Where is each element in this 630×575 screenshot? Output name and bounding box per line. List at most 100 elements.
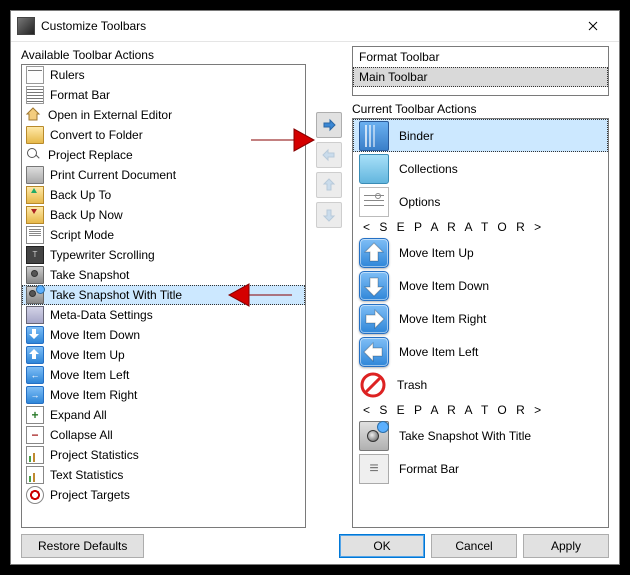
available-action-item[interactable]: Project Targets bbox=[22, 485, 305, 505]
action-label: Open in External Editor bbox=[48, 108, 172, 122]
ok-button[interactable]: OK bbox=[339, 534, 425, 558]
action-label: Move Item Right bbox=[399, 312, 486, 326]
action-label: Move Item Up bbox=[399, 246, 474, 260]
available-action-item[interactable]: Meta-Data Settings bbox=[22, 305, 305, 325]
close-icon bbox=[588, 21, 598, 31]
action-label: Move Item Down bbox=[399, 279, 489, 293]
available-action-item[interactable]: Print Current Document bbox=[22, 165, 305, 185]
cancel-button[interactable]: Cancel bbox=[431, 534, 517, 558]
action-label: Move Item Right bbox=[50, 388, 137, 402]
available-action-item[interactable]: Text Statistics bbox=[22, 465, 305, 485]
available-action-item[interactable]: ←Move Item Left bbox=[22, 365, 305, 385]
action-label: Move Item Up bbox=[50, 348, 125, 362]
action-label: Project Replace bbox=[48, 148, 133, 162]
action-icon bbox=[26, 166, 44, 184]
dialog-button-row: Restore Defaults OK Cancel Apply bbox=[21, 528, 609, 558]
available-action-item[interactable]: Back Up To bbox=[22, 185, 305, 205]
available-action-item[interactable]: Project Replace bbox=[22, 145, 305, 165]
action-icon bbox=[26, 486, 44, 504]
apply-button[interactable]: Apply bbox=[523, 534, 609, 558]
available-action-item[interactable]: Open in External Editor bbox=[22, 105, 305, 125]
action-icon: − bbox=[26, 426, 44, 444]
action-icon bbox=[26, 147, 42, 163]
available-action-item[interactable]: Convert to Folder bbox=[22, 125, 305, 145]
action-label: Script Mode bbox=[50, 228, 114, 242]
arrow-up-icon bbox=[320, 176, 338, 194]
action-icon bbox=[359, 337, 389, 367]
action-label: Collections bbox=[399, 162, 458, 176]
current-action-item[interactable]: ≡ Format Bar bbox=[353, 452, 608, 485]
action-label: Format Bar bbox=[399, 462, 459, 476]
action-icon bbox=[26, 346, 44, 364]
action-icon bbox=[26, 266, 44, 284]
current-action-item[interactable]: Binder bbox=[353, 119, 608, 152]
available-action-item[interactable]: + Expand All bbox=[22, 405, 305, 425]
toolbar-selector-list[interactable]: Format ToolbarMain Toolbar bbox=[352, 46, 609, 96]
available-action-item[interactable]: T Typewriter Scrolling bbox=[22, 245, 305, 265]
available-actions-list[interactable]: Rulers Format Bar Open in External Editor C… bbox=[21, 64, 306, 528]
action-icon bbox=[26, 66, 44, 84]
current-actions-list[interactable]: Binder Collections Options < S E P A R A T … bbox=[352, 118, 609, 528]
available-action-item[interactable]: Back Up Now bbox=[22, 205, 305, 225]
action-label: Rulers bbox=[50, 68, 85, 82]
current-action-item[interactable]: Move Item Up bbox=[353, 236, 608, 269]
action-label: Project Statistics bbox=[50, 448, 139, 462]
action-label: Format Bar bbox=[50, 88, 110, 102]
separator-item[interactable]: < S E P A R A T O R > bbox=[353, 218, 608, 236]
action-label: Expand All bbox=[50, 408, 107, 422]
action-icon bbox=[359, 371, 387, 399]
available-action-item[interactable]: −Collapse All bbox=[22, 425, 305, 445]
restore-defaults-button[interactable]: Restore Defaults bbox=[21, 534, 144, 558]
action-icon bbox=[26, 86, 44, 104]
action-icon: ≡ bbox=[359, 454, 389, 484]
available-action-item[interactable]: Move Item Down bbox=[22, 325, 305, 345]
current-action-item[interactable]: Take Snapshot With Title bbox=[353, 419, 608, 452]
transfer-buttons bbox=[314, 46, 344, 528]
action-label: Convert to Folder bbox=[50, 128, 143, 142]
available-action-item[interactable]: → Move Item Right bbox=[22, 385, 305, 405]
action-label: Meta-Data Settings bbox=[50, 308, 153, 322]
action-icon: + bbox=[26, 406, 44, 424]
action-icon: → bbox=[26, 386, 44, 404]
action-label: Move Item Down bbox=[50, 328, 140, 342]
action-icon bbox=[26, 326, 44, 344]
separator-item[interactable]: < S E P A R A T O R > bbox=[353, 401, 608, 419]
action-label: Take Snapshot With Title bbox=[50, 288, 182, 302]
available-action-item[interactable]: Take Snapshot With Title bbox=[22, 285, 305, 305]
titlebar: Customize Toolbars bbox=[11, 11, 619, 42]
move-up-button[interactable] bbox=[316, 172, 342, 198]
remove-action-button[interactable] bbox=[316, 142, 342, 168]
action-label: Take Snapshot With Title bbox=[399, 429, 531, 443]
action-label: Typewriter Scrolling bbox=[50, 248, 155, 262]
action-icon: T bbox=[26, 246, 44, 264]
action-icon bbox=[359, 121, 389, 151]
action-label: Move Item Left bbox=[50, 368, 129, 382]
action-icon bbox=[359, 421, 389, 451]
available-action-item[interactable]: Script Mode bbox=[22, 225, 305, 245]
current-action-item[interactable]: Move Item Right bbox=[353, 302, 608, 335]
action-icon bbox=[26, 286, 44, 304]
current-action-item[interactable]: Collections bbox=[353, 152, 608, 185]
close-button[interactable] bbox=[573, 11, 613, 41]
action-icon bbox=[26, 446, 44, 464]
current-action-item[interactable]: Options bbox=[353, 185, 608, 218]
action-label: Options bbox=[399, 195, 440, 209]
add-action-button[interactable] bbox=[316, 112, 342, 138]
current-action-item[interactable]: Trash bbox=[353, 368, 608, 401]
current-action-item[interactable]: Move Item Down bbox=[353, 269, 608, 302]
arrow-down-icon bbox=[320, 206, 338, 224]
toolbar-item[interactable]: Main Toolbar bbox=[353, 67, 608, 87]
available-action-item[interactable]: Format Bar bbox=[22, 85, 305, 105]
toolbar-item[interactable]: Format Toolbar bbox=[353, 47, 608, 67]
action-icon bbox=[359, 154, 389, 184]
move-down-button[interactable] bbox=[316, 202, 342, 228]
window-title: Customize Toolbars bbox=[41, 19, 573, 33]
available-action-item[interactable]: Move Item Up bbox=[22, 345, 305, 365]
action-icon bbox=[26, 107, 42, 123]
available-action-item[interactable]: Project Statistics bbox=[22, 445, 305, 465]
action-label: Collapse All bbox=[50, 428, 113, 442]
action-label: Project Targets bbox=[50, 488, 130, 502]
available-action-item[interactable]: Take Snapshot bbox=[22, 265, 305, 285]
available-action-item[interactable]: Rulers bbox=[22, 65, 305, 85]
current-action-item[interactable]: Move Item Left bbox=[353, 335, 608, 368]
